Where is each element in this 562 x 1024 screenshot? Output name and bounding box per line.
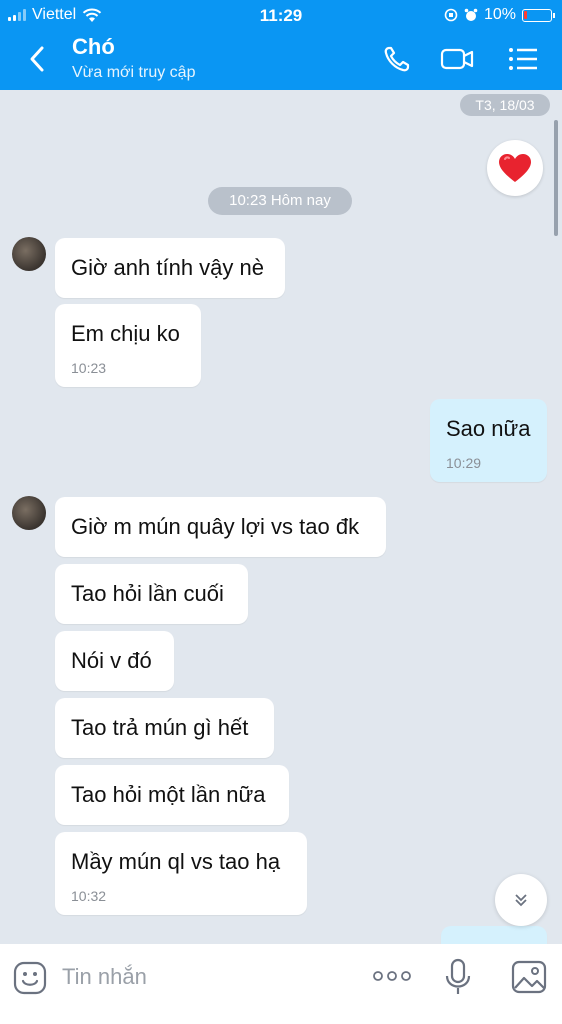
- message-time: 10:29: [446, 455, 482, 471]
- avatar[interactable]: [12, 237, 46, 271]
- message-bubble[interactable]: Tao trả mún gì hết: [55, 698, 274, 758]
- emoji-icon[interactable]: [12, 960, 48, 996]
- message-text: Mầy mún ql vs tao hạ: [71, 849, 281, 874]
- status-bar: Viettel 11:29 10%: [0, 4, 562, 28]
- phone-icon[interactable]: [380, 42, 414, 76]
- message-bubble[interactable]: Nói v đó: [55, 631, 174, 691]
- message-text: Tao hỏi lần cuối: [71, 581, 224, 606]
- contact-name[interactable]: Chó: [72, 34, 115, 60]
- orientation-lock-icon: [444, 8, 458, 22]
- scroll-to-bottom-button[interactable]: [495, 874, 547, 926]
- message-text: Tao hỏi một lần nữa: [71, 782, 266, 807]
- video-call-icon[interactable]: [440, 42, 474, 76]
- message-bubble[interactable]: Mầy mún ql vs tao hạ 10:32: [55, 832, 307, 915]
- message-bubble[interactable]: Tao hỏi một lần nữa: [55, 765, 289, 825]
- menu-icon[interactable]: [506, 42, 540, 76]
- message-time: 10:32: [71, 888, 107, 904]
- date-separator: T3, 18/03: [460, 94, 550, 116]
- alarm-icon: [464, 8, 478, 21]
- nav-bar: Chó Vừa mới truy cập: [0, 30, 562, 88]
- my-message-bubble-partial[interactable]: [441, 926, 547, 946]
- battery-percent: 10%: [483, 6, 516, 23]
- message-time: 10:23: [71, 360, 107, 376]
- message-text: Giờ anh tính vậy nè: [71, 255, 264, 280]
- gallery-icon[interactable]: [510, 958, 548, 996]
- scrollbar[interactable]: [554, 120, 558, 236]
- message-text: Nói v đó: [71, 648, 152, 673]
- more-icon[interactable]: [372, 966, 412, 986]
- my-message-bubble[interactable]: Sao nữa 10:29: [430, 399, 547, 482]
- message-bubble[interactable]: Giờ anh tính vậy nè: [55, 238, 285, 298]
- heart-icon: [499, 154, 531, 182]
- message-bubble[interactable]: Em chịu ko 10:23: [55, 304, 201, 387]
- chat-header: Viettel 11:29 10% Chó Vừa mới truy cập: [0, 0, 562, 90]
- avatar[interactable]: [12, 496, 46, 530]
- message-bubble[interactable]: Tao hỏi lần cuối: [55, 564, 248, 624]
- message-text: Giờ m mún quây lợi vs tao đk: [71, 514, 360, 539]
- time-separator: 10:23 Hôm nay: [208, 187, 352, 215]
- status-right: 10%: [444, 6, 555, 24]
- chevron-down-icon: [515, 894, 527, 907]
- last-seen-status: Vừa mới truy cập: [72, 64, 196, 81]
- sticker-message[interactable]: [487, 140, 543, 196]
- message-text: Em chịu ko: [71, 321, 180, 346]
- mic-icon[interactable]: [444, 958, 472, 996]
- message-composer: Tin nhắn: [0, 944, 562, 1024]
- message-bubble[interactable]: Giờ m mún quây lợi vs tao đk: [55, 497, 386, 557]
- back-icon[interactable]: [24, 42, 52, 76]
- message-input[interactable]: Tin nhắn: [62, 964, 147, 990]
- message-text: Tao trả mún gì hết: [71, 715, 249, 740]
- message-text: Sao nữa: [446, 416, 531, 441]
- battery-icon: [522, 8, 555, 22]
